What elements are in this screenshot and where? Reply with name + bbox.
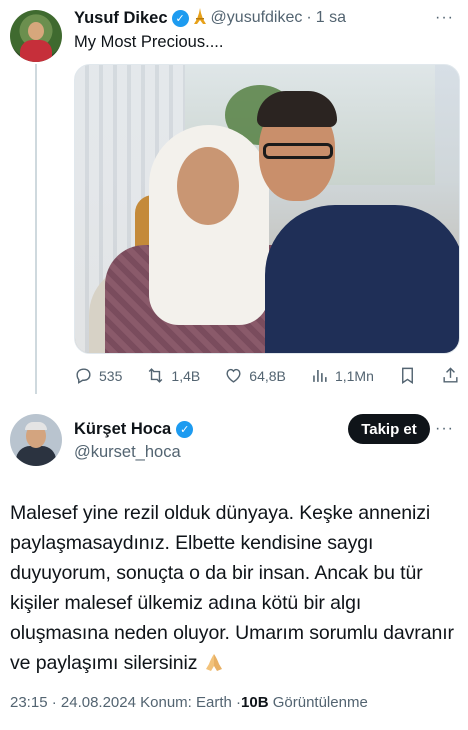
author-name[interactable]: Kürşet Hoca [74, 420, 171, 439]
location: Konum: Earth [140, 694, 232, 711]
more-options-icon[interactable]: ··· [435, 9, 454, 27]
separator-dot: · [306, 9, 312, 26]
views-count: 10B [241, 694, 269, 711]
tweet2-meta: 23:15 · 24.08.2024 Konum: Earth ·10B Gör… [10, 694, 368, 711]
views-button[interactable]: 1,1Mn [310, 366, 374, 385]
post-time[interactable]: 1 sa [316, 9, 346, 27]
post-time[interactable]: 23:15 [10, 694, 48, 711]
like-count: 64,8B [249, 367, 286, 384]
tweet1-header: Yusuf Dikec ✓ @yusufdikec · 1 sa [74, 8, 346, 28]
avatar-yusuf-dikec[interactable] [10, 10, 62, 62]
folded-hands-emoji-icon [203, 651, 225, 671]
post-date[interactable]: 24.08.2024 [61, 694, 136, 711]
eiffel-tower-emoji-icon [193, 8, 207, 28]
views-label: Görüntülenme [272, 694, 368, 711]
repost-icon [149, 368, 163, 383]
tweet2-text: Malesef yine rezil olduk dünyaya. Keşke … [10, 498, 458, 678]
reply-icon [76, 368, 91, 384]
tweet1-photo[interactable] [74, 64, 460, 354]
tweet2-body: Malesef yine rezil olduk dünyaya. Keşke … [10, 502, 454, 674]
tweet2-name-row: Kürşet Hoca ✓ [74, 420, 194, 439]
reply-button[interactable]: 535 [74, 366, 122, 385]
follow-button[interactable]: Takip et [348, 414, 430, 444]
verified-badge-icon: ✓ [176, 421, 194, 438]
share-button[interactable] [441, 366, 460, 385]
more-options-icon[interactable]: ··· [435, 420, 454, 438]
verified-badge-icon: ✓ [171, 9, 189, 27]
author-name[interactable]: Yusuf Dikec [74, 9, 168, 28]
author-handle[interactable]: @yusufdikec [211, 9, 303, 27]
author-handle[interactable]: @kurset_hoca [74, 443, 181, 462]
separator-dot: · [51, 694, 57, 711]
avatar-kurset-hoca[interactable] [10, 414, 62, 466]
repost-button[interactable]: 1,4B [146, 366, 200, 385]
bookmark-button[interactable] [398, 366, 417, 385]
views-count: 1,1Mn [334, 367, 374, 384]
like-button[interactable]: 64,8B [224, 366, 286, 385]
tweet1-text: My Most Precious.... [74, 33, 224, 51]
bookmark-icon [401, 367, 413, 384]
views-bar-chart-icon [313, 369, 327, 382]
share-icon [443, 367, 458, 383]
reply-count: 535 [99, 367, 123, 384]
heart-icon [226, 368, 241, 383]
tweet1-action-bar: 535 1,4B 64,8B 1,1Mn [74, 366, 460, 385]
repost-count: 1,4B [171, 367, 201, 384]
thread-connector-line [35, 64, 37, 394]
